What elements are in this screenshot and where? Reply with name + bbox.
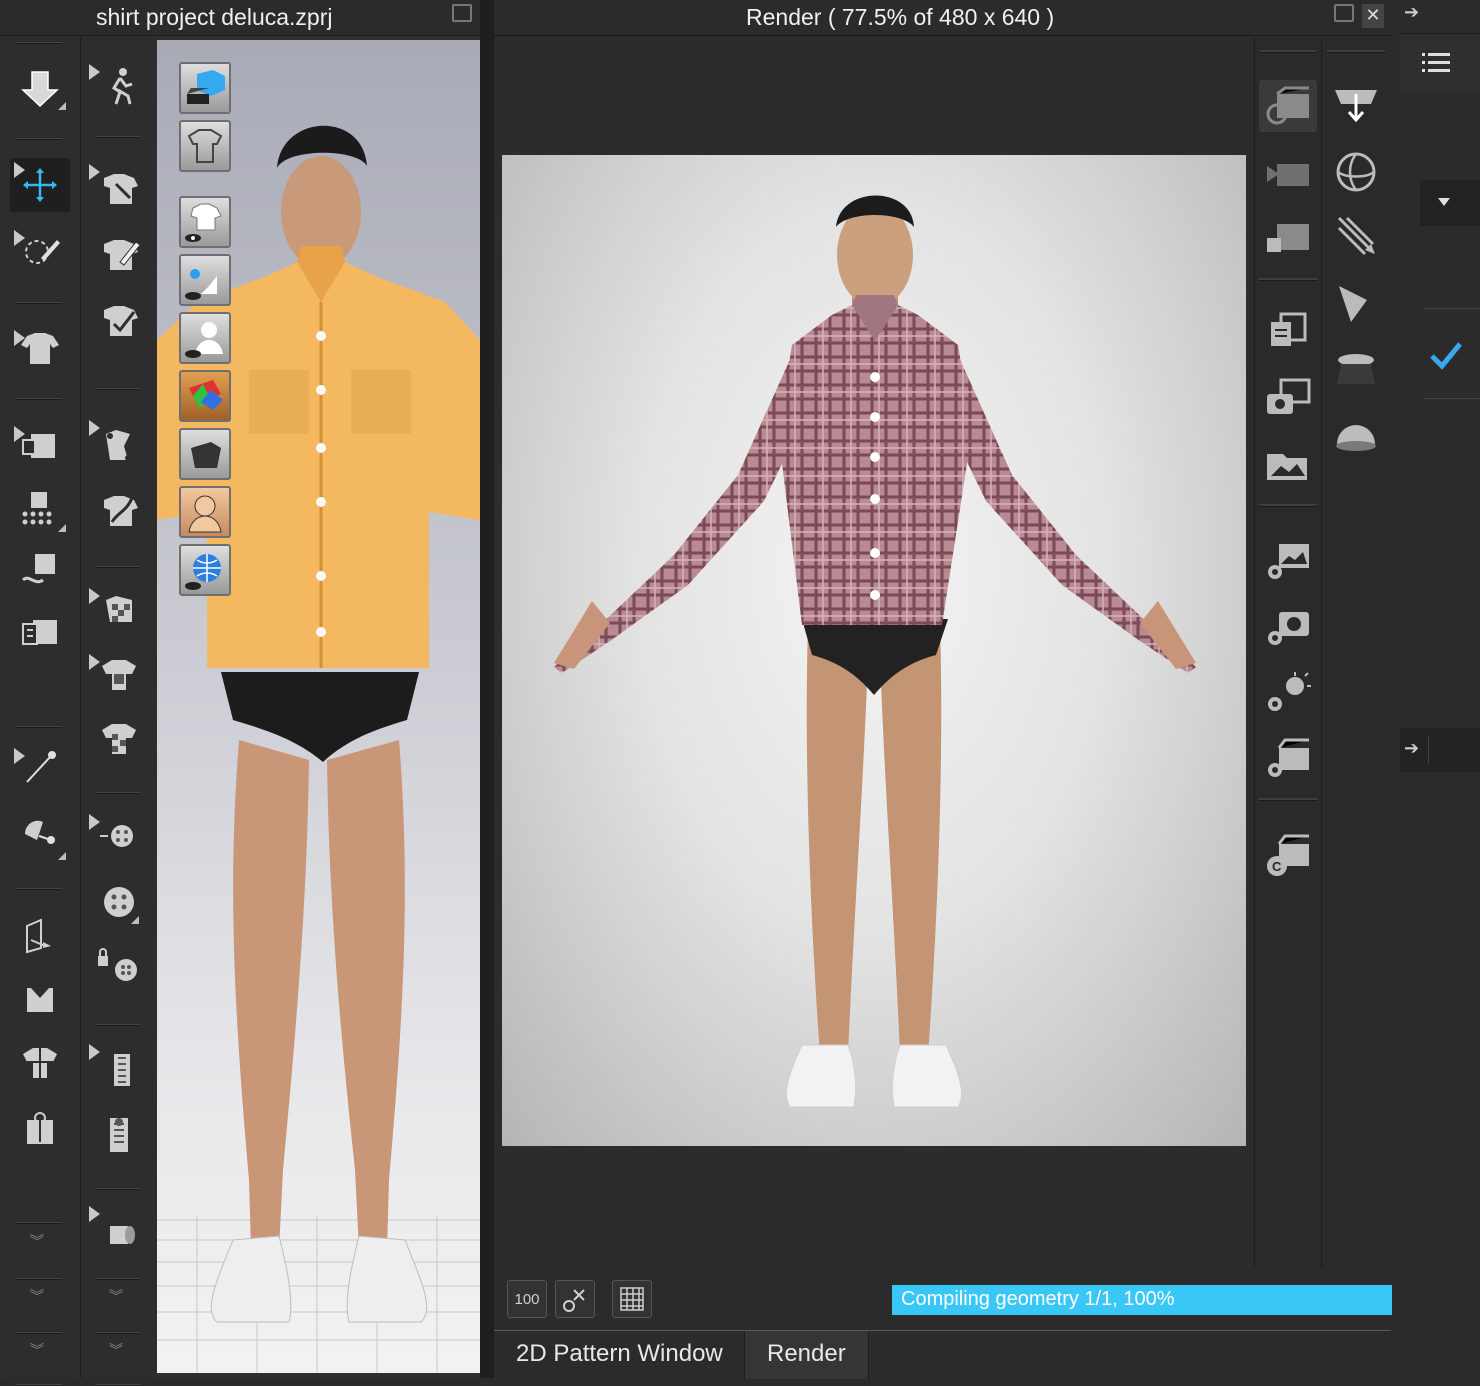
select-button-icon[interactable] bbox=[91, 940, 147, 994]
expand-icon[interactable]: ︾ bbox=[30, 1286, 44, 1306]
right-panel: ➔ ➔ bbox=[1400, 0, 1480, 1378]
tab-label: 2D Pattern Window bbox=[516, 1340, 723, 1367]
render-statusbar: 100 Compiling geometry 1/1, 100% bbox=[494, 1268, 1392, 1328]
render-window-titlebar: Render ( 77.5% of 480 x 640 ) ✕ bbox=[494, 0, 1391, 36]
3d-window-title: shirt project deluca.zprj bbox=[96, 4, 333, 30]
light-settings-icon[interactable] bbox=[1259, 666, 1317, 718]
render-mode-icon[interactable] bbox=[179, 62, 231, 114]
expand-panel-icon[interactable]: ➔ bbox=[1400, 728, 1480, 772]
environment-sphere-icon[interactable] bbox=[1327, 146, 1385, 198]
render-toolbar: C bbox=[1254, 38, 1391, 1268]
polygon-pen-icon[interactable] bbox=[91, 226, 147, 280]
screenshot-icon[interactable] bbox=[1259, 372, 1317, 424]
free-sewing-icon[interactable] bbox=[91, 482, 147, 536]
garment-shaded-icon[interactable] bbox=[179, 120, 231, 172]
arrangement-point-icon[interactable] bbox=[12, 908, 68, 962]
render-window-title: Render ( 77.5% of 480 x 640 ) bbox=[746, 4, 1055, 30]
rendered-avatar bbox=[554, 195, 1196, 1108]
seam-tape-icon[interactable] bbox=[12, 542, 68, 596]
camera-settings-icon[interactable] bbox=[1259, 600, 1317, 652]
zoom-100-label: 100 bbox=[514, 1290, 540, 1308]
garment-fit-icon[interactable] bbox=[12, 972, 68, 1026]
image-settings-icon[interactable] bbox=[1259, 534, 1317, 586]
collapse-arrow-icon[interactable]: ➔ bbox=[1404, 2, 1419, 23]
trim-icon[interactable] bbox=[91, 712, 147, 766]
popout-icon[interactable] bbox=[452, 4, 472, 22]
grid-toggle-button[interactable] bbox=[612, 1280, 652, 1318]
render-window: Render ( 77.5% of 480 x 640 ) ✕ C 100 Co… bbox=[493, 0, 1392, 1379]
show-trims-icon[interactable] bbox=[179, 254, 231, 306]
internal-polygon-icon[interactable] bbox=[91, 292, 147, 346]
open-image-icon[interactable] bbox=[1259, 438, 1317, 490]
render-preview-image bbox=[502, 155, 1246, 1146]
tool-column-2: ︾ ︾ bbox=[80, 36, 156, 1386]
tool-column-1: ︾ ︾ ︾ bbox=[2, 36, 78, 1386]
right-panel-header: ➔ bbox=[1400, 0, 1480, 34]
avatar-skin-icon[interactable] bbox=[179, 486, 231, 538]
solid-icon[interactable] bbox=[179, 428, 231, 480]
3d-viewport[interactable] bbox=[157, 40, 480, 1373]
dome-light-icon[interactable] bbox=[1327, 408, 1385, 460]
render-start-icon[interactable] bbox=[1259, 80, 1317, 132]
expand-icon[interactable]: ︾ bbox=[109, 1286, 123, 1306]
zoom-100-button[interactable]: 100 bbox=[507, 1280, 547, 1318]
svg-text:C: C bbox=[1272, 859, 1282, 874]
dropdown-arrow-icon[interactable] bbox=[1420, 180, 1480, 226]
render-video-icon[interactable] bbox=[1259, 146, 1317, 198]
zoom-fit-button[interactable] bbox=[555, 1280, 595, 1318]
texture-icon[interactable] bbox=[179, 370, 231, 422]
menu-icon[interactable] bbox=[1400, 34, 1480, 92]
3d-garment-window: shirt project deluca.zprj ︾ ︾ ︾ ︾ ︾ bbox=[0, 0, 480, 1386]
render-status-text: Compiling geometry 1/1, 100% bbox=[901, 1288, 1175, 1310]
checkmark-icon[interactable] bbox=[1428, 336, 1464, 377]
window-divider[interactable] bbox=[480, 0, 493, 1378]
render-pages-icon[interactable] bbox=[1259, 304, 1317, 356]
render-canvas[interactable] bbox=[494, 38, 1254, 1268]
tab-label: Render bbox=[767, 1340, 846, 1367]
zoom-fit-icon bbox=[563, 1289, 585, 1312]
popout-icon[interactable] bbox=[1334, 4, 1354, 22]
show-avatar-icon[interactable] bbox=[179, 312, 231, 364]
render-region-icon[interactable] bbox=[1259, 210, 1317, 262]
tab-render[interactable]: Render bbox=[744, 1331, 869, 1379]
grid-icon bbox=[620, 1287, 644, 1311]
point-light-icon[interactable] bbox=[1327, 342, 1385, 394]
spot-light-icon[interactable] bbox=[1327, 276, 1385, 328]
fold-arrangement-icon[interactable] bbox=[12, 1036, 68, 1090]
fold-tack-icon[interactable] bbox=[12, 1102, 68, 1156]
sewing-3d-icon[interactable] bbox=[12, 606, 68, 660]
zipper-slider-icon[interactable] bbox=[91, 1108, 147, 1162]
render-progress-bar: Compiling geometry 1/1, 100% bbox=[892, 1285, 1392, 1315]
window-tabs: 2D Pattern Window Render bbox=[494, 1330, 1391, 1379]
show-garment-icon[interactable] bbox=[179, 196, 231, 248]
3d-window-titlebar: shirt project deluca.zprj bbox=[0, 0, 480, 36]
expand-icon[interactable]: ︾ bbox=[109, 1340, 123, 1360]
cloud-render-icon[interactable]: C bbox=[1259, 830, 1317, 882]
expand-icon[interactable]: ︾ bbox=[30, 1340, 44, 1360]
import-environment-icon[interactable] bbox=[1327, 80, 1385, 132]
video-settings-icon[interactable] bbox=[1259, 732, 1317, 784]
expand-icon[interactable]: ︾ bbox=[30, 1231, 44, 1251]
close-icon[interactable]: ✕ bbox=[1362, 4, 1384, 28]
environment-icon[interactable] bbox=[179, 544, 231, 596]
tab-2d-pattern-window[interactable]: 2D Pattern Window bbox=[494, 1331, 745, 1379]
directional-light-icon[interactable] bbox=[1327, 210, 1385, 262]
